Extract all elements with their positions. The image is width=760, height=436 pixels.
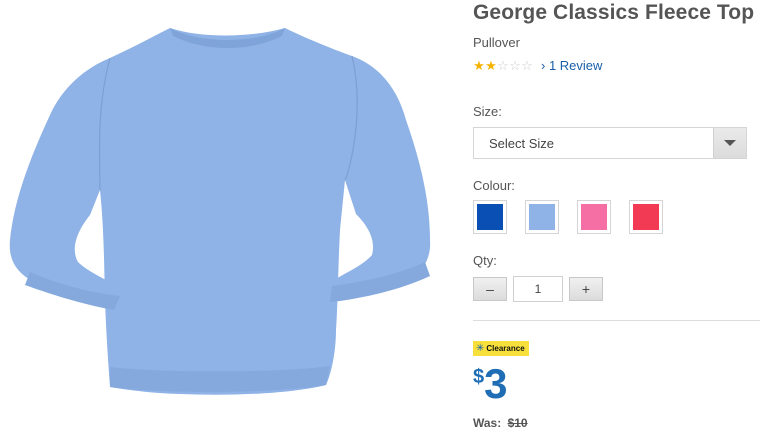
was-price: $10: [507, 416, 528, 430]
star-filled-icon: ★: [473, 57, 485, 73]
product-page: George Classics Fleece Top Pullover ★ ★ …: [0, 0, 760, 436]
divider: [473, 320, 760, 321]
quantity-stepper: – +: [473, 276, 603, 302]
was-price-row: Was: $10: [473, 416, 528, 430]
price: $ 3: [473, 360, 507, 408]
clearance-badge: ✳ Clearance: [473, 341, 529, 356]
swatch-color: [477, 204, 503, 230]
star-filled-icon: ★: [485, 57, 497, 73]
was-label: Was:: [473, 416, 502, 430]
swatch-color: [633, 204, 659, 230]
colour-label: Colour:: [473, 178, 515, 193]
product-title: George Classics Fleece Top: [473, 1, 755, 24]
star-empty-icon: ☆: [497, 57, 509, 73]
dropdown-arrow-button[interactable]: [713, 128, 746, 158]
review-link[interactable]: › 1 Review: [541, 58, 602, 73]
star-empty-icon: ☆: [509, 57, 521, 73]
swatch-color: [581, 204, 607, 230]
swatch-pink[interactable]: [577, 200, 611, 234]
clearance-badge-label: Clearance: [486, 344, 525, 353]
swatch-light-blue[interactable]: [525, 200, 559, 234]
chevron-down-icon: [724, 140, 736, 146]
qty-increment-button[interactable]: +: [569, 277, 603, 301]
qty-label: Qty:: [473, 253, 497, 268]
price-amount: 3: [484, 360, 508, 407]
swatch-color: [529, 204, 555, 230]
size-select-value: Select Size: [489, 135, 555, 151]
product-rating: ★ ★ ☆ ☆ ☆ › 1 Review: [473, 56, 602, 74]
price-currency: $: [473, 366, 485, 388]
qty-input[interactable]: [513, 276, 563, 302]
product-image[interactable]: [0, 0, 445, 436]
size-select[interactable]: Select Size: [473, 127, 747, 159]
size-label: Size:: [473, 104, 502, 119]
qty-decrement-button[interactable]: –: [473, 277, 507, 301]
colour-swatches: [473, 200, 681, 234]
spark-icon: ✳: [476, 343, 485, 354]
product-subtitle: Pullover: [473, 35, 520, 50]
swatch-blue[interactable]: [473, 200, 507, 234]
swatch-red[interactable]: [629, 200, 663, 234]
star-empty-icon: ☆: [521, 57, 533, 73]
sweatshirt-image: [9, 28, 431, 395]
